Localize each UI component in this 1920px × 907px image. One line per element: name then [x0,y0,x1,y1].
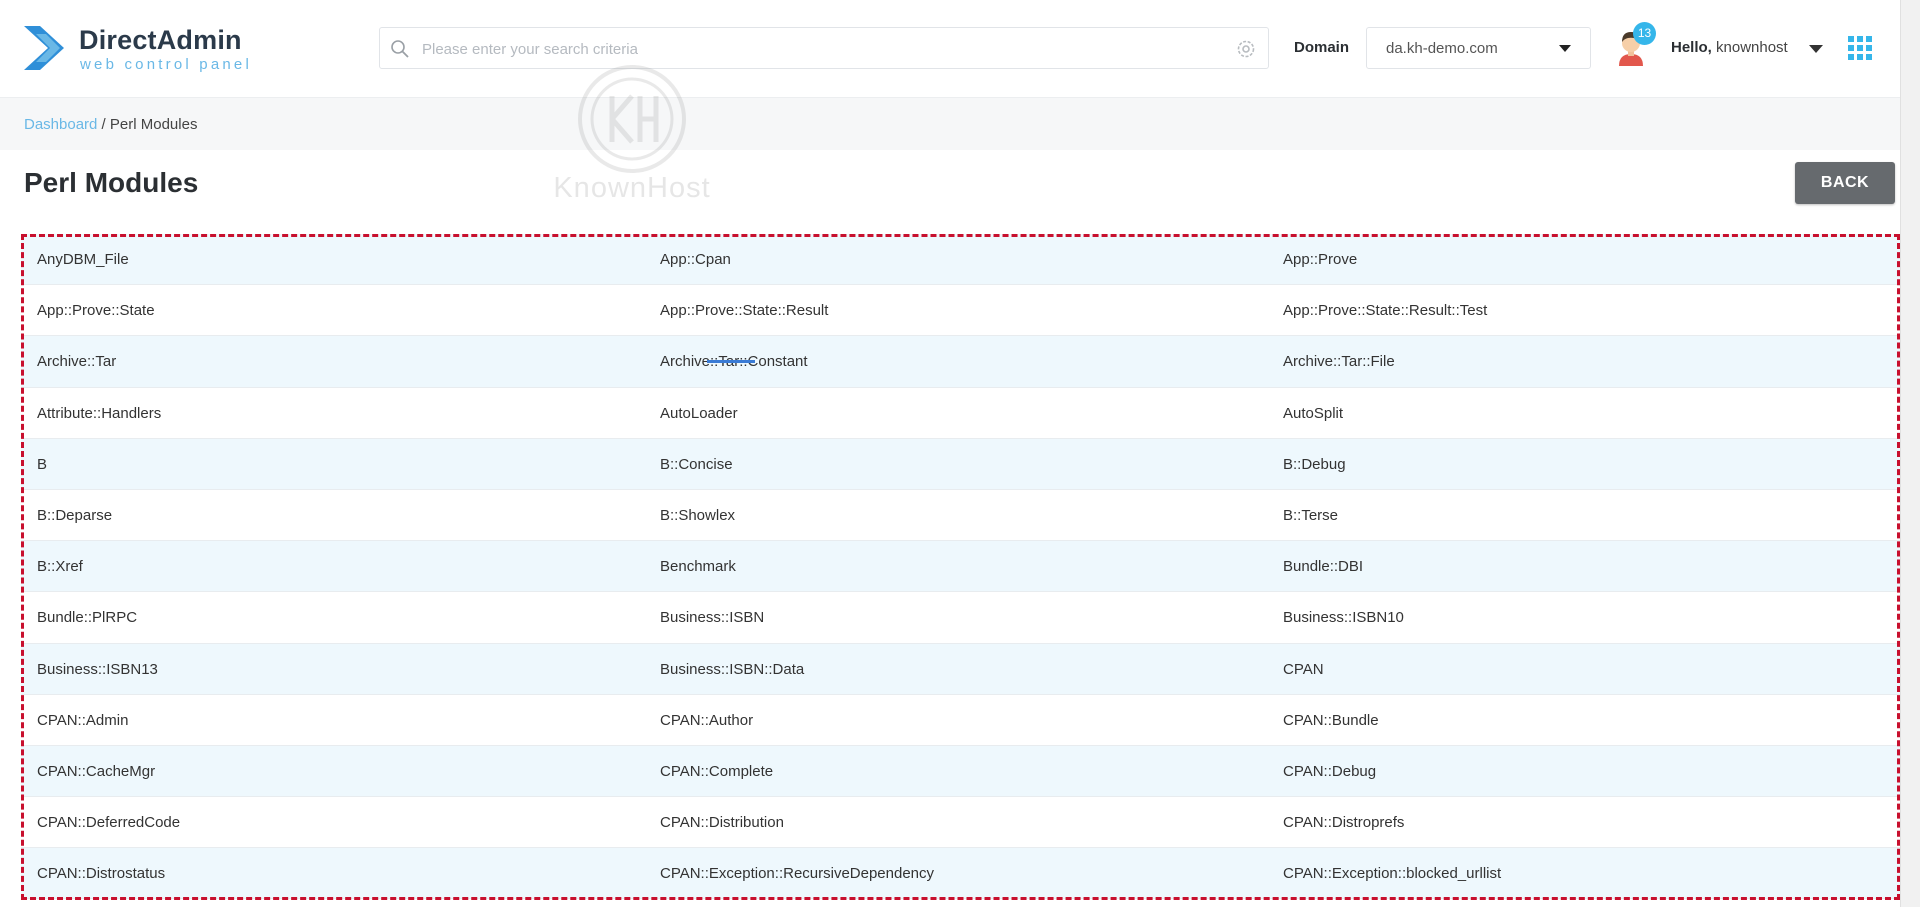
module-name: AutoSplit [1283,404,1344,422]
table-row: Bundle::PlRPC Business::ISBN Business::ISB… [21,592,1900,644]
module-name: Business::ISBN10 [1283,609,1404,627]
apps-grid-icon[interactable] [1848,36,1873,61]
directadmin-logo[interactable]: DirectAdmin web control panel [22,22,262,78]
module-name: Attribute::Handlers [37,404,162,422]
module-name: CPAN::Bundle [1283,711,1379,729]
table-row: B::Xref Benchmark Bundle::DBI [21,541,1900,593]
module-name: B::Deparse [37,506,113,524]
module-name: App::Prove::State::Result [660,302,829,320]
notification-badge[interactable]: 13 [1633,22,1656,45]
module-name: App::Prove::State::Result::Test [1283,302,1488,320]
module-name: Business::ISBN::Data [660,660,805,678]
module-name: CPAN [1283,660,1324,678]
module-name: Benchmark [660,558,736,576]
module-name: App::Prove [1283,251,1358,268]
module-name: CPAN::Debug [1283,762,1377,780]
page-scrollbar[interactable] [1900,0,1920,907]
module-name: CPAN::Distrostatus [37,865,166,883]
module-name: App::Prove::State [37,302,155,320]
domain-label: Domain [1294,39,1350,56]
user-menu-chevron-icon[interactable] [1809,45,1823,53]
top-header: DirectAdmin web control panel Domain da.… [0,0,1900,98]
username: knownhost [1716,39,1788,56]
module-name: CPAN::Distribution [660,814,784,832]
table-row: Attribute::Handlers AutoLoader AutoSplit [21,388,1900,439]
breadcrumb-dashboard-link[interactable]: Dashboard [24,116,97,133]
module-name: CPAN::Admin [37,711,129,729]
logo-title: DirectAdmin [79,25,242,55]
logo-arrows-icon [24,26,64,70]
module-name: CPAN::Distroprefs [1283,814,1405,832]
table-row: AnyDBM_File App::Cpan App::Prove [21,234,1900,286]
watermark-text: KnownHost [553,172,711,204]
module-name: CPAN::Exception::RecursiveDependency [660,865,935,883]
greeting-text: Hello, [1671,39,1712,56]
table-row: Business::ISBN13 Business::ISBN::Data CPAN [21,643,1900,695]
module-name: Archive::Tar::File [1283,353,1395,371]
module-name: B [37,455,48,473]
gear-icon[interactable] [1236,39,1256,59]
breadcrumb-current: Perl Modules [109,116,198,133]
table-row: CPAN::Distrostatus CPAN::Exception::Recur… [21,848,1900,900]
search-box [379,27,1269,70]
breadcrumb-bar: Dashboard / Perl Modules [0,98,1900,150]
module-name: AnyDBM_File [37,251,129,268]
text-selection-marker [707,360,755,363]
module-name: Bundle::PlRPC [37,609,138,627]
module-name: CPAN::CacheMgr [37,762,156,780]
module-name: B::Debug [1283,455,1346,473]
module-name: CPAN::DeferredCode [37,814,181,832]
module-name: B::Concise [660,455,733,473]
domain-select[interactable]: da.kh-demo.com [1366,27,1591,69]
module-name: B::Xref [37,558,83,576]
module-name: CPAN::Complete [660,762,774,780]
module-name: Business::ISBN [660,609,765,627]
table-row: Archive::TarArchive::Tar::ConstantArchiv… [21,336,1900,388]
user-greeting[interactable]: Hello, knownhost [1671,39,1788,56]
module-name: Business::ISBN13 [37,660,158,678]
table-row: CPAN::Admin CPAN::Author CPAN::Bundle [21,695,1900,746]
table-row: B B::Concise B::Debug [21,438,1900,490]
table-row: B::Deparse B::Showlex B::Terse [21,490,1900,542]
search-input[interactable] [420,28,1214,70]
module-name: B::Showlex [660,506,736,524]
breadcrumb: Dashboard / Perl Modules [24,116,197,133]
logo-tagline: web control panel [80,56,252,73]
chevron-down-icon [1559,45,1571,52]
back-button[interactable]: BACK [1795,162,1895,204]
module-name: CPAN::Exception::blocked_urllist [1283,865,1502,883]
page-title: Perl Modules [24,167,199,198]
table-row: CPAN::CacheMgr CPAN::Complete CPAN::Debug [21,745,1900,798]
table-row: App::Prove::State App::Prove::State::Resu… [21,285,1900,337]
modules-table: AnyDBM_File App::Cpan App::ProveApp::Prove… [21,234,1900,900]
module-name: B::Terse [1283,506,1339,524]
table-row: CPAN::DeferredCode CPAN::Distribution CPAN… [21,797,1900,849]
module-name: CPAN::Author [660,711,754,729]
module-name: AutoLoader [660,404,738,422]
module-name: Bundle::DBI [1283,558,1364,576]
domain-selected-value: da.kh-demo.com [1386,40,1498,57]
search-icon[interactable] [390,39,410,59]
module-name: Archive::Tar [37,353,117,371]
breadcrumb-separator: / [97,116,110,133]
module-name: App::Cpan [660,251,731,268]
